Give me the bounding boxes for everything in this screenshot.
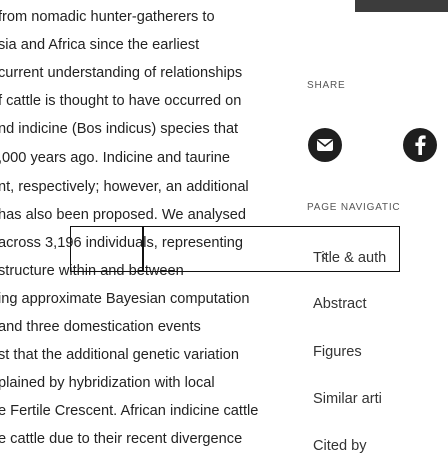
top-banner	[355, 0, 448, 12]
chevron-left-icon[interactable]: ‹	[321, 247, 326, 265]
nav-item-cited-by[interactable]: Cited by	[313, 438, 367, 454]
mail-icon	[317, 139, 333, 151]
abstract-line: ,000 years ago. Indicine and taurine	[0, 150, 231, 166]
abstract-line: st that the additional genetic variation	[0, 347, 239, 363]
abstract-line: f cattle is thought to have occurred on	[0, 93, 242, 109]
abstract-line: nd indicine (Bos indicus) species that	[0, 121, 239, 137]
abstract-line: nt, respectively; however, an additional	[0, 179, 249, 195]
nav-item-similar-articles[interactable]: Similar arti	[313, 391, 382, 407]
abstract-line: has also been proposed. We analysed	[0, 207, 246, 223]
abstract-line: e cattle due to their recent divergence	[0, 431, 243, 447]
abstract-line: ing approximate Bayesian computation	[0, 291, 250, 307]
email-share-button[interactable]	[308, 128, 342, 162]
abstract-line: current understanding of relationships	[0, 65, 243, 81]
abstract-line: from nomadic hunter-gatherers to	[0, 9, 215, 25]
abstract-text: from nomadic hunter-gatherers to sia and…	[0, 0, 280, 448]
facebook-icon	[415, 135, 426, 155]
page-navigation-label: PAGE NAVIGATIC	[307, 202, 401, 213]
abstract-line: sia and Africa since the earliest	[0, 37, 200, 53]
nav-item-abstract[interactable]: Abstract	[313, 296, 367, 312]
selection-box	[70, 226, 400, 272]
nav-item-figures[interactable]: Figures	[313, 344, 362, 360]
abstract-line: plained by hybridization with local	[0, 375, 215, 391]
abstract-line: and three domestication events	[0, 319, 201, 335]
share-label: SHARE	[307, 80, 346, 91]
facebook-share-button[interactable]	[403, 128, 437, 162]
sidebar: SHARE PAGE NAVIGATIC Title & auth Abstra…	[307, 0, 448, 454]
abstract-line: e Fertile Crescent. African indicine cat…	[0, 403, 259, 419]
selection-divider	[142, 226, 144, 271]
